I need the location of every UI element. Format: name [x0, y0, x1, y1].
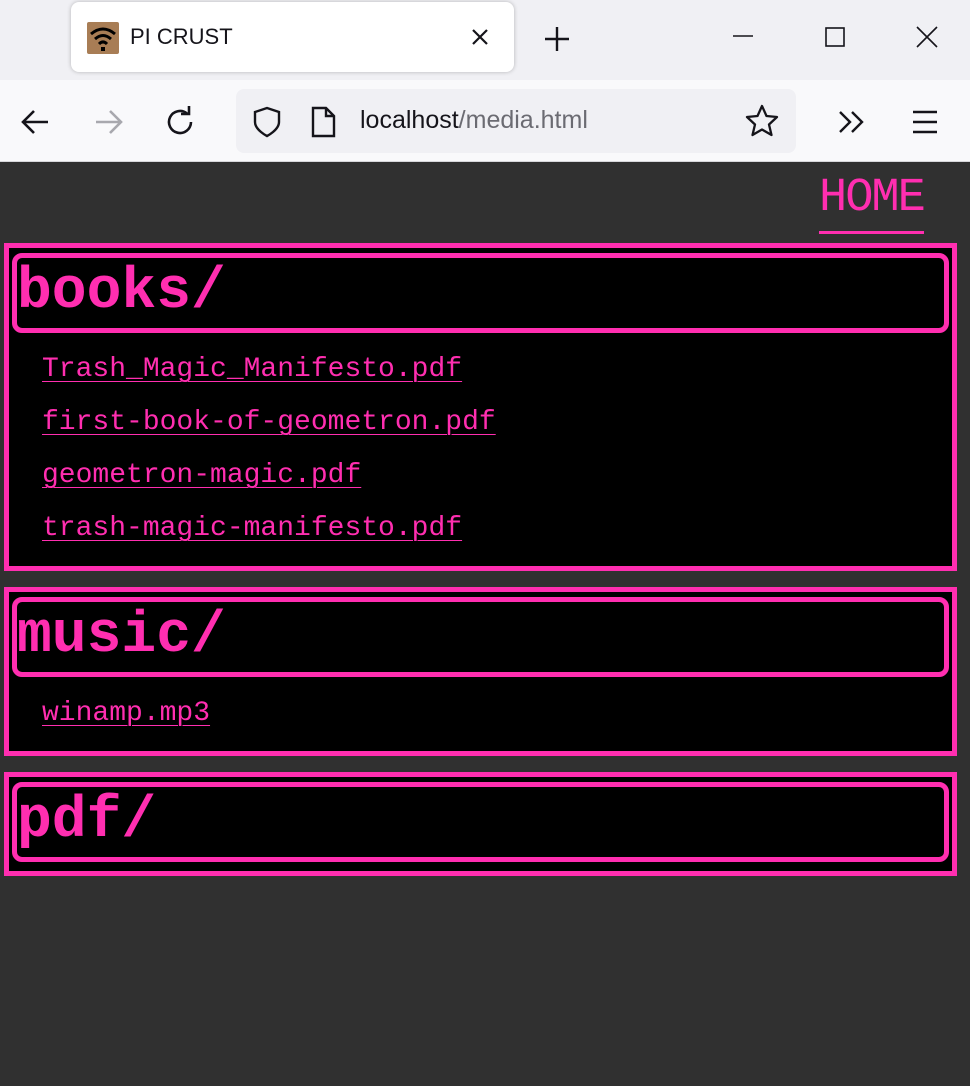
wifi-favicon-icon	[87, 22, 119, 54]
directory-name: pdf/	[17, 789, 157, 854]
directory-header: pdf/	[12, 782, 949, 862]
shield-icon[interactable]	[250, 105, 284, 139]
file-link[interactable]: geometron-magic.pdf	[42, 460, 361, 491]
page-content: HOME books/ Trash_Magic_Manifesto.pdf fi…	[0, 163, 970, 1086]
overflow-chevrons-icon[interactable]	[832, 102, 872, 142]
file-link[interactable]: first-book-of-geometron.pdf	[42, 407, 496, 438]
browser-tab-bar: PI CRUST	[0, 0, 970, 80]
file-link[interactable]: winamp.mp3	[42, 698, 210, 729]
list-item: first-book-of-geometron.pdf	[42, 396, 952, 449]
directory-panel-pdf: pdf/	[4, 772, 957, 876]
list-item: geometron-magic.pdf	[42, 449, 952, 502]
url-text[interactable]: localhost/media.html	[360, 106, 588, 135]
directory-panel-music: music/ winamp.mp3	[4, 587, 957, 756]
forward-arrow-icon[interactable]	[88, 102, 128, 142]
browser-tab[interactable]: PI CRUST	[71, 2, 514, 72]
file-link[interactable]: Trash_Magic_Manifesto.pdf	[42, 354, 462, 385]
new-tab-plus-icon[interactable]	[540, 22, 574, 56]
file-list: winamp.mp3	[9, 677, 952, 754]
back-arrow-icon[interactable]	[16, 102, 56, 142]
list-item: winamp.mp3	[42, 687, 952, 740]
list-item: Trash_Magic_Manifesto.pdf	[42, 343, 952, 396]
directory-name: books/	[17, 260, 226, 325]
close-window-icon[interactable]	[907, 20, 947, 56]
directory-name: music/	[17, 604, 226, 669]
url-bar[interactable]: localhost/media.html	[236, 89, 796, 153]
page-info-icon[interactable]	[308, 105, 338, 139]
directory-header: music/	[12, 597, 949, 677]
close-tab-icon[interactable]	[465, 22, 495, 52]
directory-panel-books: books/ Trash_Magic_Manifesto.pdf first-b…	[4, 243, 957, 571]
file-link[interactable]: trash-magic-manifesto.pdf	[42, 513, 462, 544]
directory-header: books/	[12, 253, 949, 333]
url-host: localhost	[360, 106, 459, 134]
menu-hamburger-icon[interactable]	[905, 102, 945, 142]
browser-toolbar: localhost/media.html	[0, 80, 970, 162]
bookmark-star-icon[interactable]	[744, 103, 780, 139]
maximize-window-icon[interactable]	[815, 20, 855, 56]
minimize-window-icon[interactable]	[723, 20, 763, 56]
tab-title: PI CRUST	[130, 24, 233, 49]
url-path: /media.html	[458, 106, 588, 134]
reload-icon[interactable]	[160, 102, 200, 142]
home-link[interactable]: HOME	[819, 173, 926, 234]
list-item: trash-magic-manifesto.pdf	[42, 502, 952, 555]
file-list: Trash_Magic_Manifesto.pdf first-book-of-…	[9, 333, 952, 569]
